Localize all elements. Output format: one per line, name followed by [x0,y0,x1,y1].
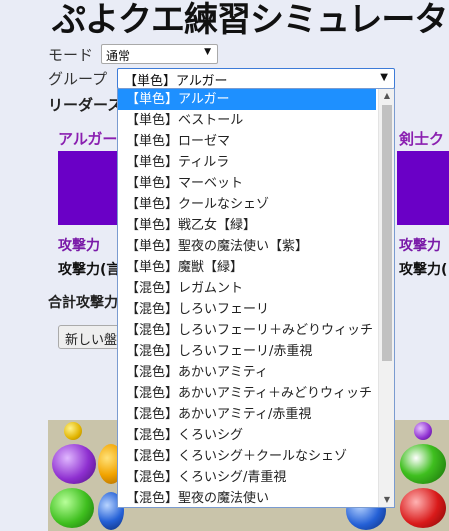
group-label: グループ [48,70,108,88]
puyo-purple[interactable] [52,444,96,484]
puyo-purple-small[interactable] [414,422,432,440]
group-option[interactable]: 【単色】聖夜の魔法使い【紫】 [118,236,376,257]
group-dropdown-list[interactable]: 【単色】アルガー 【単色】ベストール 【単色】ローゼマ 【単色】ティルラ 【単色】マーベ… [117,88,395,508]
puyo-yellow-small[interactable] [64,422,82,440]
puyo-green-right[interactable] [400,444,446,484]
group-option[interactable]: 【混色】くろいシグ [118,425,376,446]
group-option[interactable]: 【単色】ローゼマ [118,131,376,152]
chevron-down-icon: ▼ [380,72,388,83]
group-option[interactable]: 【単色】アルガー [118,89,376,110]
group-option[interactable]: 【混色】聖夜の魔法使い [118,488,376,507]
attack-detail-left: 攻撃力(言 [58,262,121,278]
group-option[interactable]: 【単色】ベストール [118,110,376,131]
group-option[interactable]: 【単色】マーベット [118,173,376,194]
mode-select-value: 通常 [106,49,131,63]
group-option[interactable]: 【混色】レガムント [118,278,376,299]
group-option[interactable]: 【混色】くろいシグ＋クールなシェゾ [118,446,376,467]
attack-label-left: 攻撃力 [58,238,100,254]
group-select-value: 【単色】アルガー [124,74,228,89]
page-title: ぷよクエ練習シミュレータ [52,0,448,40]
group-option[interactable]: 【混色】あかいアミティ/赤重視 [118,404,376,425]
scroll-up-icon[interactable]: ▲ [379,89,394,103]
group-option[interactable]: 【単色】戦乙女【緑】 [118,215,376,236]
group-option[interactable]: 【混色】しろいフェーリ＋みどりウィッチ [118,320,376,341]
chevron-down-icon: ▼ [204,47,211,57]
mode-select[interactable]: 通常 ▼ [101,44,218,64]
mode-label: モード [48,46,94,64]
group-option[interactable]: 【混色】あかいアミティ [118,362,376,383]
card-title-left: アルガー [58,130,118,148]
group-option[interactable]: 【混色】くろいシグ/青重視 [118,467,376,488]
card-title-right: 剣士ク [399,130,445,148]
group-option[interactable]: 【単色】クールなシェゾ [118,194,376,215]
leader-label: リーダース [48,96,123,114]
puyo-red-right[interactable] [400,488,446,528]
group-select[interactable]: 【単色】アルガー ▼ [117,68,395,89]
total-attack-label: 合計攻撃力 [48,295,118,311]
attack-detail-right: 攻撃力( [399,262,448,278]
card-image-right [397,151,449,225]
puyo-green[interactable] [50,488,94,528]
attack-label-right: 攻撃力 [399,238,441,254]
card-image-left [58,151,120,225]
group-option[interactable]: 【混色】あかいアミティ＋みどりウィッチ [118,383,376,404]
dropdown-scrollbar[interactable]: ▲ ▼ [378,89,394,507]
group-options: 【単色】アルガー 【単色】ベストール 【単色】ローゼマ 【単色】ティルラ 【単色】マーベ… [118,89,394,507]
group-option[interactable]: 【単色】ティルラ [118,152,376,173]
group-option[interactable]: 【混色】しろいフェーリ [118,299,376,320]
scroll-down-icon[interactable]: ▼ [379,493,394,507]
group-option[interactable]: 【単色】魔獣【緑】 [118,257,376,278]
group-option[interactable]: 【混色】しろいフェーリ/赤重視 [118,341,376,362]
scrollbar-thumb[interactable] [382,105,392,361]
